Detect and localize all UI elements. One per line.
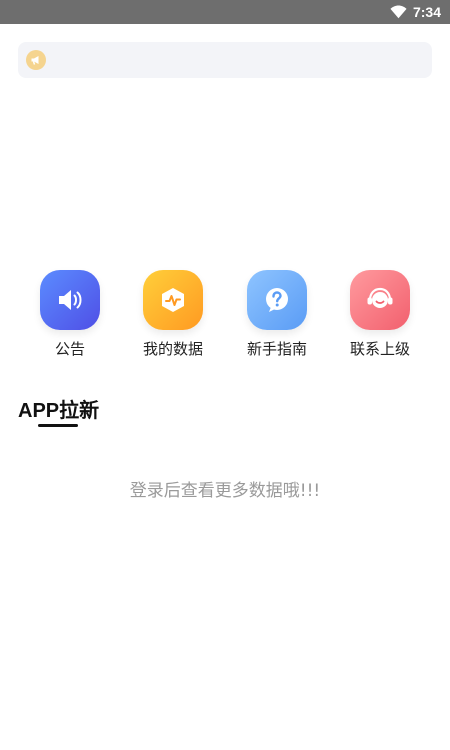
menu-item-announcement[interactable]: 公告 (20, 270, 120, 360)
menu-item-my-data[interactable]: 我的数据 (123, 270, 223, 360)
menu-item-guide[interactable]: 新手指南 (227, 270, 327, 360)
megaphone-icon (26, 50, 46, 70)
empty-state-message: 登录后查看更多数据哦!!! (129, 481, 321, 501)
menu-label: 我的数据 (142, 340, 203, 358)
menu-label: 新手指南 (246, 340, 307, 358)
menu-item-contact-superior[interactable]: 联系上级 (330, 270, 430, 360)
wifi-icon (390, 5, 407, 19)
section-title-underline (38, 424, 78, 427)
speaker-icon (40, 270, 100, 330)
status-time: 7:34 (412, 4, 441, 20)
section-title: APP拉新 (18, 400, 100, 422)
notice-bar[interactable] (18, 42, 432, 78)
menu-label: 公告 (54, 340, 85, 358)
quick-menu: 公告 我的数据 新手指南 联系上级 (0, 270, 450, 360)
help-icon (247, 270, 307, 330)
menu-label: 联系上级 (349, 340, 410, 358)
data-chart-icon (143, 270, 203, 330)
status-bar: 7:34 (0, 0, 450, 24)
customer-service-icon (350, 270, 410, 330)
